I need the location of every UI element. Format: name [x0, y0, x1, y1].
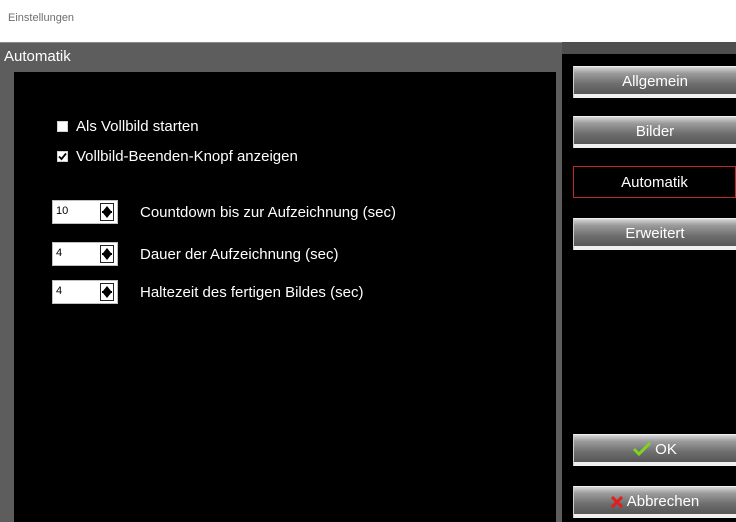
cancel-button-content: Abbrechen — [574, 493, 736, 512]
exit-button-row[interactable]: Vollbild-Beenden-Knopf anzeigen — [57, 148, 298, 165]
tab-erweitert[interactable]: Erweitert — [573, 218, 736, 250]
tab-automatik[interactable]: Automatik — [573, 166, 736, 198]
hold-time-stepper[interactable]: 4 — [52, 280, 118, 304]
spin-down-icon[interactable] — [103, 255, 111, 260]
title-bar: Einstellungen — [0, 0, 736, 42]
nav-panel-header — [562, 42, 736, 54]
duration-stepper[interactable]: 4 — [52, 242, 118, 266]
ok-button-label: OK — [655, 441, 677, 458]
fullscreen-start-row[interactable]: Als Vollbild starten — [57, 118, 199, 135]
panel-header: Automatik — [0, 42, 562, 72]
close-icon — [610, 495, 623, 512]
settings-window: Automatik Als Vollbild starten Vollbild-… — [0, 42, 736, 522]
fullscreen-start-label: Als Vollbild starten — [76, 118, 199, 135]
automatik-panel: Als Vollbild starten Vollbild-Beenden-Kn… — [14, 72, 556, 522]
tab-bilder-label: Bilder — [635, 123, 675, 140]
countdown-value[interactable]: 10 — [56, 205, 68, 217]
hold-time-label: Haltezeit des fertigen Bildes (sec) — [140, 284, 364, 301]
exit-button-checkbox[interactable] — [57, 151, 68, 162]
tab-allgemein-label: Allgemein — [622, 73, 688, 90]
checkmark-icon — [58, 152, 67, 161]
duration-spin-buttons[interactable] — [100, 245, 114, 263]
countdown-label: Countdown bis zur Aufzeichnung (sec) — [140, 204, 396, 221]
hold-time-value[interactable]: 4 — [56, 285, 62, 297]
ok-button-content: OK — [574, 441, 736, 460]
spin-down-icon[interactable] — [103, 213, 111, 218]
hold-time-spin-buttons[interactable] — [100, 283, 114, 301]
fullscreen-start-checkbox[interactable] — [57, 121, 68, 132]
nav-panel: Allgemein Bilder Automatik Erweitert OK — [562, 42, 736, 522]
tab-erweitert-label: Erweitert — [625, 225, 685, 242]
cancel-button[interactable]: Abbrechen — [573, 486, 736, 518]
spin-down-icon[interactable] — [103, 293, 111, 298]
panel-title: Automatik — [4, 48, 71, 65]
tab-allgemein[interactable]: Allgemein — [573, 66, 736, 98]
exit-button-label: Vollbild-Beenden-Knopf anzeigen — [76, 148, 298, 165]
countdown-spin-buttons[interactable] — [100, 203, 114, 221]
duration-label: Dauer der Aufzeichnung (sec) — [140, 246, 339, 263]
tab-automatik-label: Automatik — [621, 174, 688, 191]
countdown-stepper[interactable]: 10 — [52, 200, 118, 224]
panel-left-border — [0, 72, 14, 522]
checkmark-icon — [633, 441, 652, 460]
tab-bilder[interactable]: Bilder — [573, 116, 736, 148]
window-title: Einstellungen — [8, 12, 75, 24]
cancel-button-label: Abbrechen — [626, 493, 700, 510]
ok-button[interactable]: OK — [573, 434, 736, 466]
duration-value[interactable]: 4 — [56, 247, 62, 259]
